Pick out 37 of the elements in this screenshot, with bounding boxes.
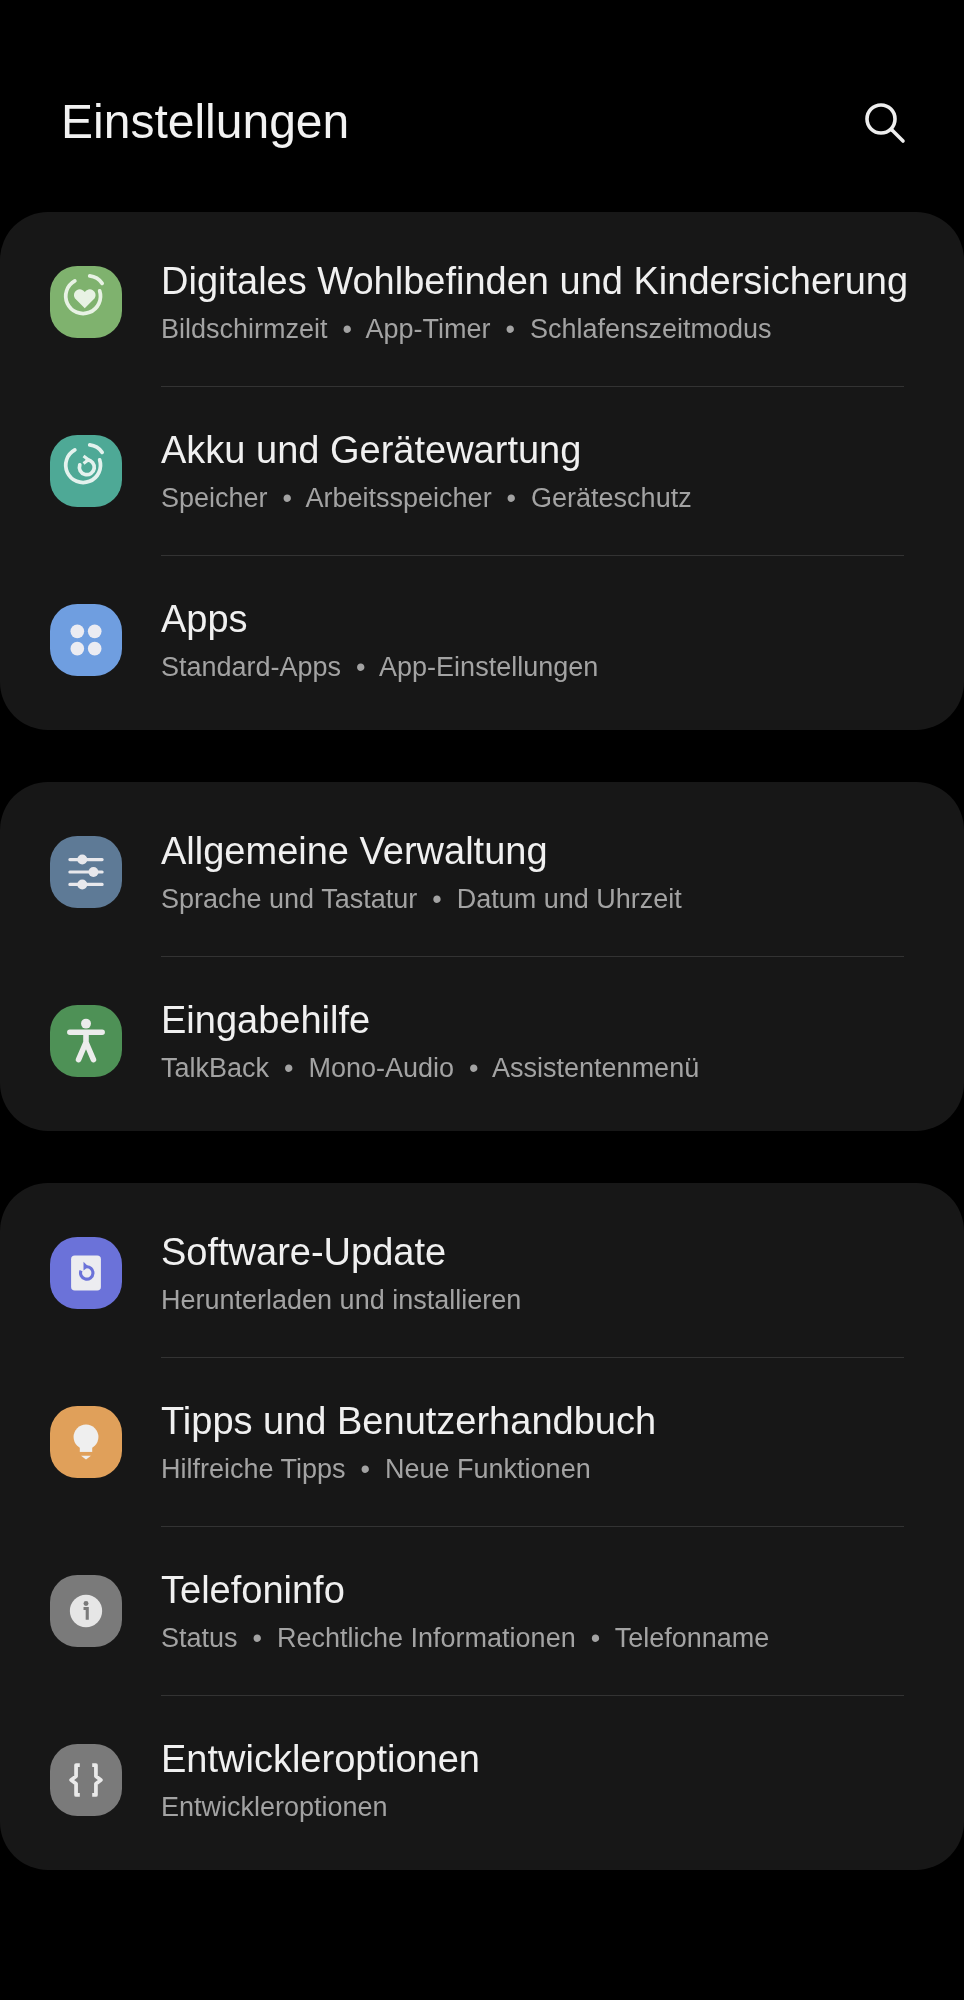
screen-title: Einstellungen (61, 94, 350, 150)
settings-item[interactable]: Eingabehilfe TalkBack • Mono-Audio • Assistentenmenü (0, 957, 964, 1125)
person-icon (50, 1005, 122, 1077)
item-subtitle: Entwickleroptionen (161, 1791, 389, 1824)
item-title: Software-Update (161, 1230, 448, 1275)
item-subtitle: Standard-Apps • App-Einstellungen (161, 651, 599, 684)
apps-grid-icon (50, 604, 122, 676)
item-title: Entwickleroptionen (161, 1737, 480, 1782)
sliders-icon (50, 836, 122, 908)
item-subtitle: Sprache und Tastatur • Datum und Uhrzeit (161, 883, 682, 916)
settings-item[interactable]: Entwickleroptionen Entwickleroptionen (0, 1696, 964, 1864)
heart-ring-icon (50, 266, 122, 338)
item-subtitle: TalkBack • Mono-Audio • Assistentenmenü (161, 1052, 700, 1085)
item-title: Tipps und Benutzerhandbuch (161, 1399, 657, 1444)
item-subtitle: Speicher • Arbeitsspeicher • Geräteschutz (161, 482, 692, 515)
settings-item[interactable]: Apps Standard-Apps • App-Einstellungen (0, 556, 964, 724)
settings-item[interactable]: Software-Update Herunterladen und installieren (0, 1189, 964, 1357)
settings-item[interactable]: Telefoninfo Status • Rechtliche Informationen • Telefonname (0, 1527, 964, 1695)
update-icon (50, 1237, 122, 1309)
refresh-ring-icon (50, 435, 122, 507)
item-subtitle: Status • Rechtliche Informationen • Telefonname (161, 1622, 770, 1655)
item-subtitle: Bildschirmzeit • App-Timer • Schlafenszeitmodus (161, 313, 773, 346)
settings-item[interactable]: Digitales Wohlbefinden und Kindersicherung Bildschirmzeit • App-Timer • Schlafenszeitmodus (0, 218, 964, 386)
braces-icon (50, 1744, 122, 1816)
settings-item[interactable]: Allgemeine Verwaltung Sprache und Tastatur • Datum und Uhrzeit (0, 788, 964, 956)
item-title: Eingabehilfe (161, 998, 372, 1043)
item-title: Telefoninfo (161, 1568, 346, 1613)
item-subtitle: Herunterladen und installieren (161, 1284, 522, 1317)
item-title: Akku und Gerätewartung (161, 428, 583, 473)
item-subtitle: Hilfreiche Tipps • Neue Funktionen (161, 1453, 592, 1486)
item-title: Digitales Wohlbefinden und Kindersicherung (161, 259, 909, 304)
item-title: Allgemeine Verwaltung (161, 829, 549, 874)
info-icon (50, 1575, 122, 1647)
lightbulb-icon (50, 1406, 122, 1478)
item-title: Apps (161, 597, 249, 642)
settings-item[interactable]: Akku und Gerätewartung Speicher • Arbeitsspeicher • Geräteschutz (0, 387, 964, 555)
settings-item[interactable]: Tipps und Benutzerhandbuch Hilfreiche Tipps • Neue Funktionen (0, 1358, 964, 1526)
